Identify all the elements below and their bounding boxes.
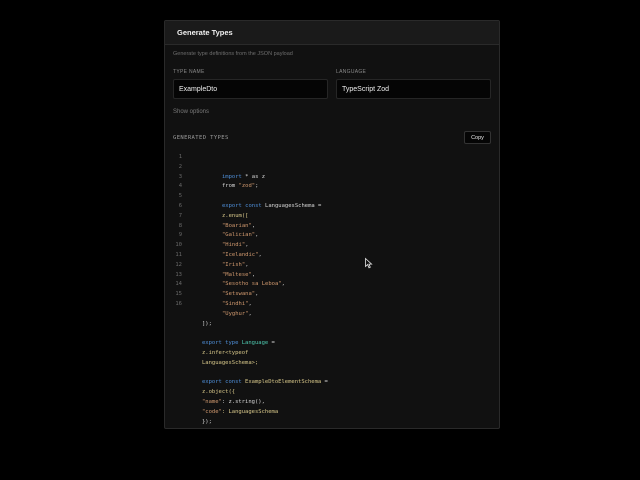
code-token: }); [202,418,212,425]
line-number: 4 [178,183,182,190]
code-token: export const [222,203,266,209]
code-token: = [314,203,322,209]
language-field: LANGUAGE TypeScript Zod [336,69,491,99]
code-token: export type [202,340,242,347]
language-select[interactable]: TypeScript Zod [336,79,491,99]
line-number: 11 [175,252,182,258]
form-fields: TYPE NAME ExampleDto LANGUAGE TypeScript… [173,69,491,99]
panel-header: Generate Types [165,21,499,45]
line-number: 8 [178,222,182,229]
code-token: , [255,291,259,298]
code-token: , [245,242,249,249]
code-token: , [281,281,285,288]
code-token: z.enum([ [222,212,249,219]
line-number: 15 [175,291,182,298]
panel-title: Generate Types [177,28,233,37]
generate-types-panel: Generate Types Generate type definitions… [164,20,500,429]
code-token: , [248,310,252,317]
line-number: 16 [175,301,182,307]
code-token: Language [241,340,269,347]
code-token: , [251,271,256,278]
line-number: 12 [175,261,182,268]
type-name-label: TYPE NAME [173,69,205,75]
line-number: 5 [178,193,182,200]
generated-types-label: GENERATED TYPES [173,134,229,141]
code-token: LanguagesSchema [265,203,315,209]
code-token: "zod" [238,183,256,190]
line-number: 6 [178,203,182,209]
line-number: 14 [175,281,182,288]
code-token: "Maltese" [222,271,252,278]
code-token: ]); [202,320,212,327]
panel-body: Generate type definitions from the JSON … [165,45,499,144]
code-token: , [258,252,262,258]
code-token: ; [255,183,259,190]
line-number: 2 [178,163,182,170]
line-number: 9 [178,232,182,239]
code-token: "code" [202,408,222,415]
code-token: , [255,232,259,239]
code-token: "Hindi" [222,242,246,249]
line-number: 7 [178,212,182,219]
panel-description: Generate type definitions from the JSON … [173,51,293,57]
code-token: , [248,301,252,307]
line-number: 3 [178,173,182,180]
code-token: , [245,261,249,268]
code-token: export const [202,379,246,386]
code-token: "Boarian" [222,222,252,229]
language-label: LANGUAGE [336,69,367,75]
code-token: "Irish" [222,261,246,268]
copy-button[interactable]: Copy [464,131,491,144]
code-token: import [222,173,242,180]
code-token: "Icelandic" [222,252,259,258]
type-name-input[interactable]: ExampleDto [173,79,328,99]
code-token: "Uyghur" [222,310,249,317]
code-token: "Sindhi" [222,301,249,307]
line-number: 1 [178,154,182,160]
code-token: = [321,379,328,386]
mouse-pointer-icon [365,257,373,269]
code-token: z.object({ [202,389,236,396]
line-number: 10 [175,242,182,249]
code-token: ExampleDtoElementSchema [245,379,322,386]
type-name-field: TYPE NAME ExampleDto [173,69,328,99]
code-token: z.infer<typeof [202,350,249,356]
code-token: LanguagesSchema>; [202,359,259,366]
output-header: GENERATED TYPES Copy [173,131,491,144]
show-options-link[interactable]: Show options [173,109,209,115]
code-token: "Sesotho sa Leboa" [222,281,282,288]
code-token: "name" [202,399,222,405]
code-token: from [222,183,239,190]
line-number: 13 [175,271,182,278]
code-token: : LanguagesSchema [221,408,279,415]
code-token: , [251,222,256,229]
code-token: : z.string(), [221,399,265,405]
code-token: "Setswana" [222,291,256,298]
code-token: = [268,340,275,347]
code-token: "Galician" [222,232,256,239]
code-token: * as z [241,173,266,180]
